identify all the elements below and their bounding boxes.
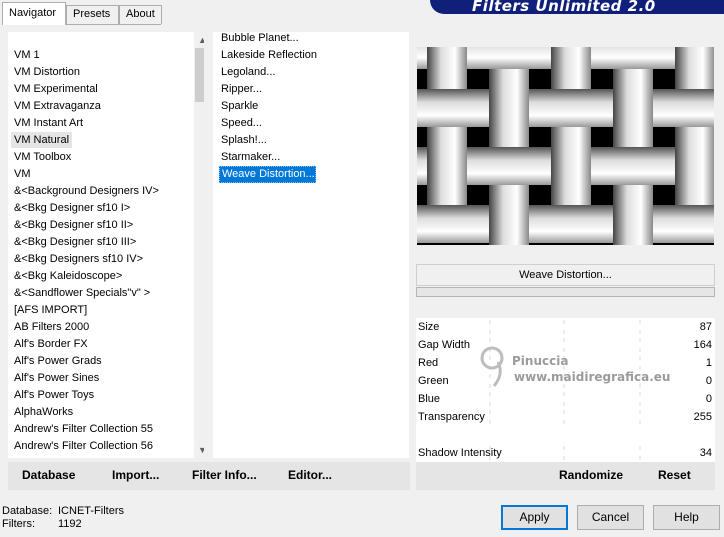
database-value: ICNET-Filters (58, 505, 124, 517)
param-value: 34 (699, 447, 712, 459)
category-item[interactable]: Alf's Power Toys (14, 387, 94, 403)
param-label: Size (418, 321, 440, 333)
reset-button[interactable]: Reset (658, 468, 691, 482)
param-label: Transparency (418, 411, 485, 423)
param-row[interactable]: Shadow Intensity 34 (416, 444, 715, 462)
param-label: Shadow Intensity (418, 447, 502, 459)
param-label: Gap Width (418, 339, 470, 351)
filter-item[interactable]: Weave Distortion... (219, 166, 316, 183)
parameter-panel[interactable]: Size 87 Gap Width 164 Red 1 Green 0 Blue 0 Transpa… (416, 318, 715, 462)
param-label: Green (418, 375, 449, 387)
category-item[interactable]: Andrew's Filter Collection 56 (14, 438, 153, 454)
category-item[interactable]: Andrew's Filter Collection 55 (14, 421, 153, 437)
filter-info-button[interactable]: Filter Info... (192, 468, 257, 482)
category-item[interactable]: &<Bkg Designer sf10 II> (14, 217, 133, 233)
import-button[interactable]: Import... (112, 468, 159, 482)
tab-about[interactable]: About (119, 5, 162, 24)
database-label: Database: (2, 505, 53, 517)
param-row[interactable]: Gap Width 164 (416, 336, 715, 354)
randomize-button[interactable]: Randomize (559, 468, 623, 482)
category-item[interactable]: &<Bkg Designer sf10 III> (14, 234, 136, 250)
param-value: 87 (699, 321, 712, 333)
category-item[interactable]: &<Bkg Kaleidoscope> (14, 268, 122, 284)
param-value: 1 (705, 357, 712, 369)
category-item[interactable]: Alf's Power Sines (14, 370, 99, 386)
filter-item[interactable]: Legoland... (221, 64, 275, 81)
database-button[interactable]: Database (22, 468, 75, 482)
category-item[interactable]: &<Bkg Designer sf10 I> (14, 200, 130, 216)
filters-count-value: 1192 (58, 518, 82, 530)
cancel-button[interactable]: Cancel (577, 505, 644, 530)
param-row[interactable]: Red 1 (416, 354, 715, 372)
category-scrollbar[interactable]: ▲ ▼ (194, 32, 204, 458)
param-row[interactable]: Size 87 (416, 318, 715, 336)
param-slider-ticks (489, 320, 641, 334)
param-row[interactable]: Green 0 (416, 372, 715, 390)
param-row[interactable]: Transparency 255 (416, 408, 715, 426)
param-slider-ticks (489, 356, 641, 370)
filter-item[interactable]: Bubble Planet... (221, 30, 299, 47)
filter-title-bar: Weave Distortion... (416, 264, 715, 286)
category-item[interactable]: VM Natural (11, 132, 73, 148)
param-slider-ticks (489, 374, 641, 388)
param-value: 0 (705, 393, 712, 405)
tab-presets[interactable]: Presets (66, 5, 119, 24)
filter-preview (417, 47, 714, 245)
param-slider-ticks (489, 392, 641, 406)
filters-count-label: Filters: (2, 518, 35, 530)
category-item[interactable]: Alf's Border FX (14, 336, 88, 352)
filter-item[interactable]: Sparkle (221, 98, 258, 115)
filter-item[interactable]: Ripper... (221, 81, 262, 98)
param-label: Red (418, 357, 439, 369)
filter-list[interactable]: Bubble Planet... Lakeside Reflection Legol… (213, 32, 409, 458)
category-item[interactable]: VM 1 (14, 47, 40, 63)
editor-button[interactable]: Editor... (288, 468, 332, 482)
banner-title: Filters Unlimited 2.0 (472, 0, 656, 14)
apply-button[interactable]: Apply (501, 505, 568, 530)
category-item[interactable]: AB Filters 2000 (14, 319, 89, 335)
category-item[interactable]: Alf's Power Grads (14, 353, 102, 369)
category-item[interactable]: AlphaWorks (14, 404, 73, 420)
category-item[interactable]: VM Toolbox (14, 149, 71, 165)
category-item[interactable]: &<Background Designers IV> (14, 183, 159, 199)
filter-item[interactable]: Splash!... (221, 132, 267, 149)
param-label: Blue (418, 393, 441, 405)
scroll-down-icon[interactable]: ▼ (194, 442, 204, 458)
param-value: 255 (693, 411, 712, 423)
right-toolbar: Randomize Reset (416, 462, 715, 490)
left-toolbar: Database Import... Filter Info... Editor… (8, 462, 410, 490)
param-row[interactable]: Blue 0 (416, 390, 715, 408)
scroll-thumb[interactable] (195, 48, 204, 102)
category-item[interactable]: [AFS IMPORT] (14, 302, 87, 318)
category-item[interactable]: VM (14, 166, 31, 182)
filter-item[interactable]: Starmaker... (221, 149, 280, 166)
category-item[interactable]: VM Extravaganza (14, 98, 101, 114)
help-button[interactable]: Help (653, 505, 720, 530)
category-item[interactable]: VM Distortion (14, 64, 80, 80)
scroll-up-icon[interactable]: ▲ (194, 32, 204, 48)
param-value: 164 (693, 339, 712, 351)
weave-preview-image (417, 47, 714, 245)
filter-item[interactable]: Lakeside Reflection (221, 47, 317, 64)
category-list[interactable]: ▲ ▼ VM 1 VM Distortion VM Experimental VM E… (8, 32, 204, 458)
progress-bar (416, 287, 715, 297)
filter-item[interactable]: Speed... (221, 115, 262, 132)
param-value: 0 (705, 375, 712, 387)
category-item[interactable]: VM Instant Art (14, 115, 83, 131)
category-item[interactable]: &<Sandflower Specials"v" > (14, 285, 150, 301)
category-item[interactable]: VM Experimental (14, 81, 98, 97)
product-banner: Filters Unlimited 2.0 (430, 0, 724, 14)
tab-navigator[interactable]: Navigator (2, 2, 66, 25)
category-item[interactable]: &<Bkg Designers sf10 IV> (14, 251, 143, 267)
